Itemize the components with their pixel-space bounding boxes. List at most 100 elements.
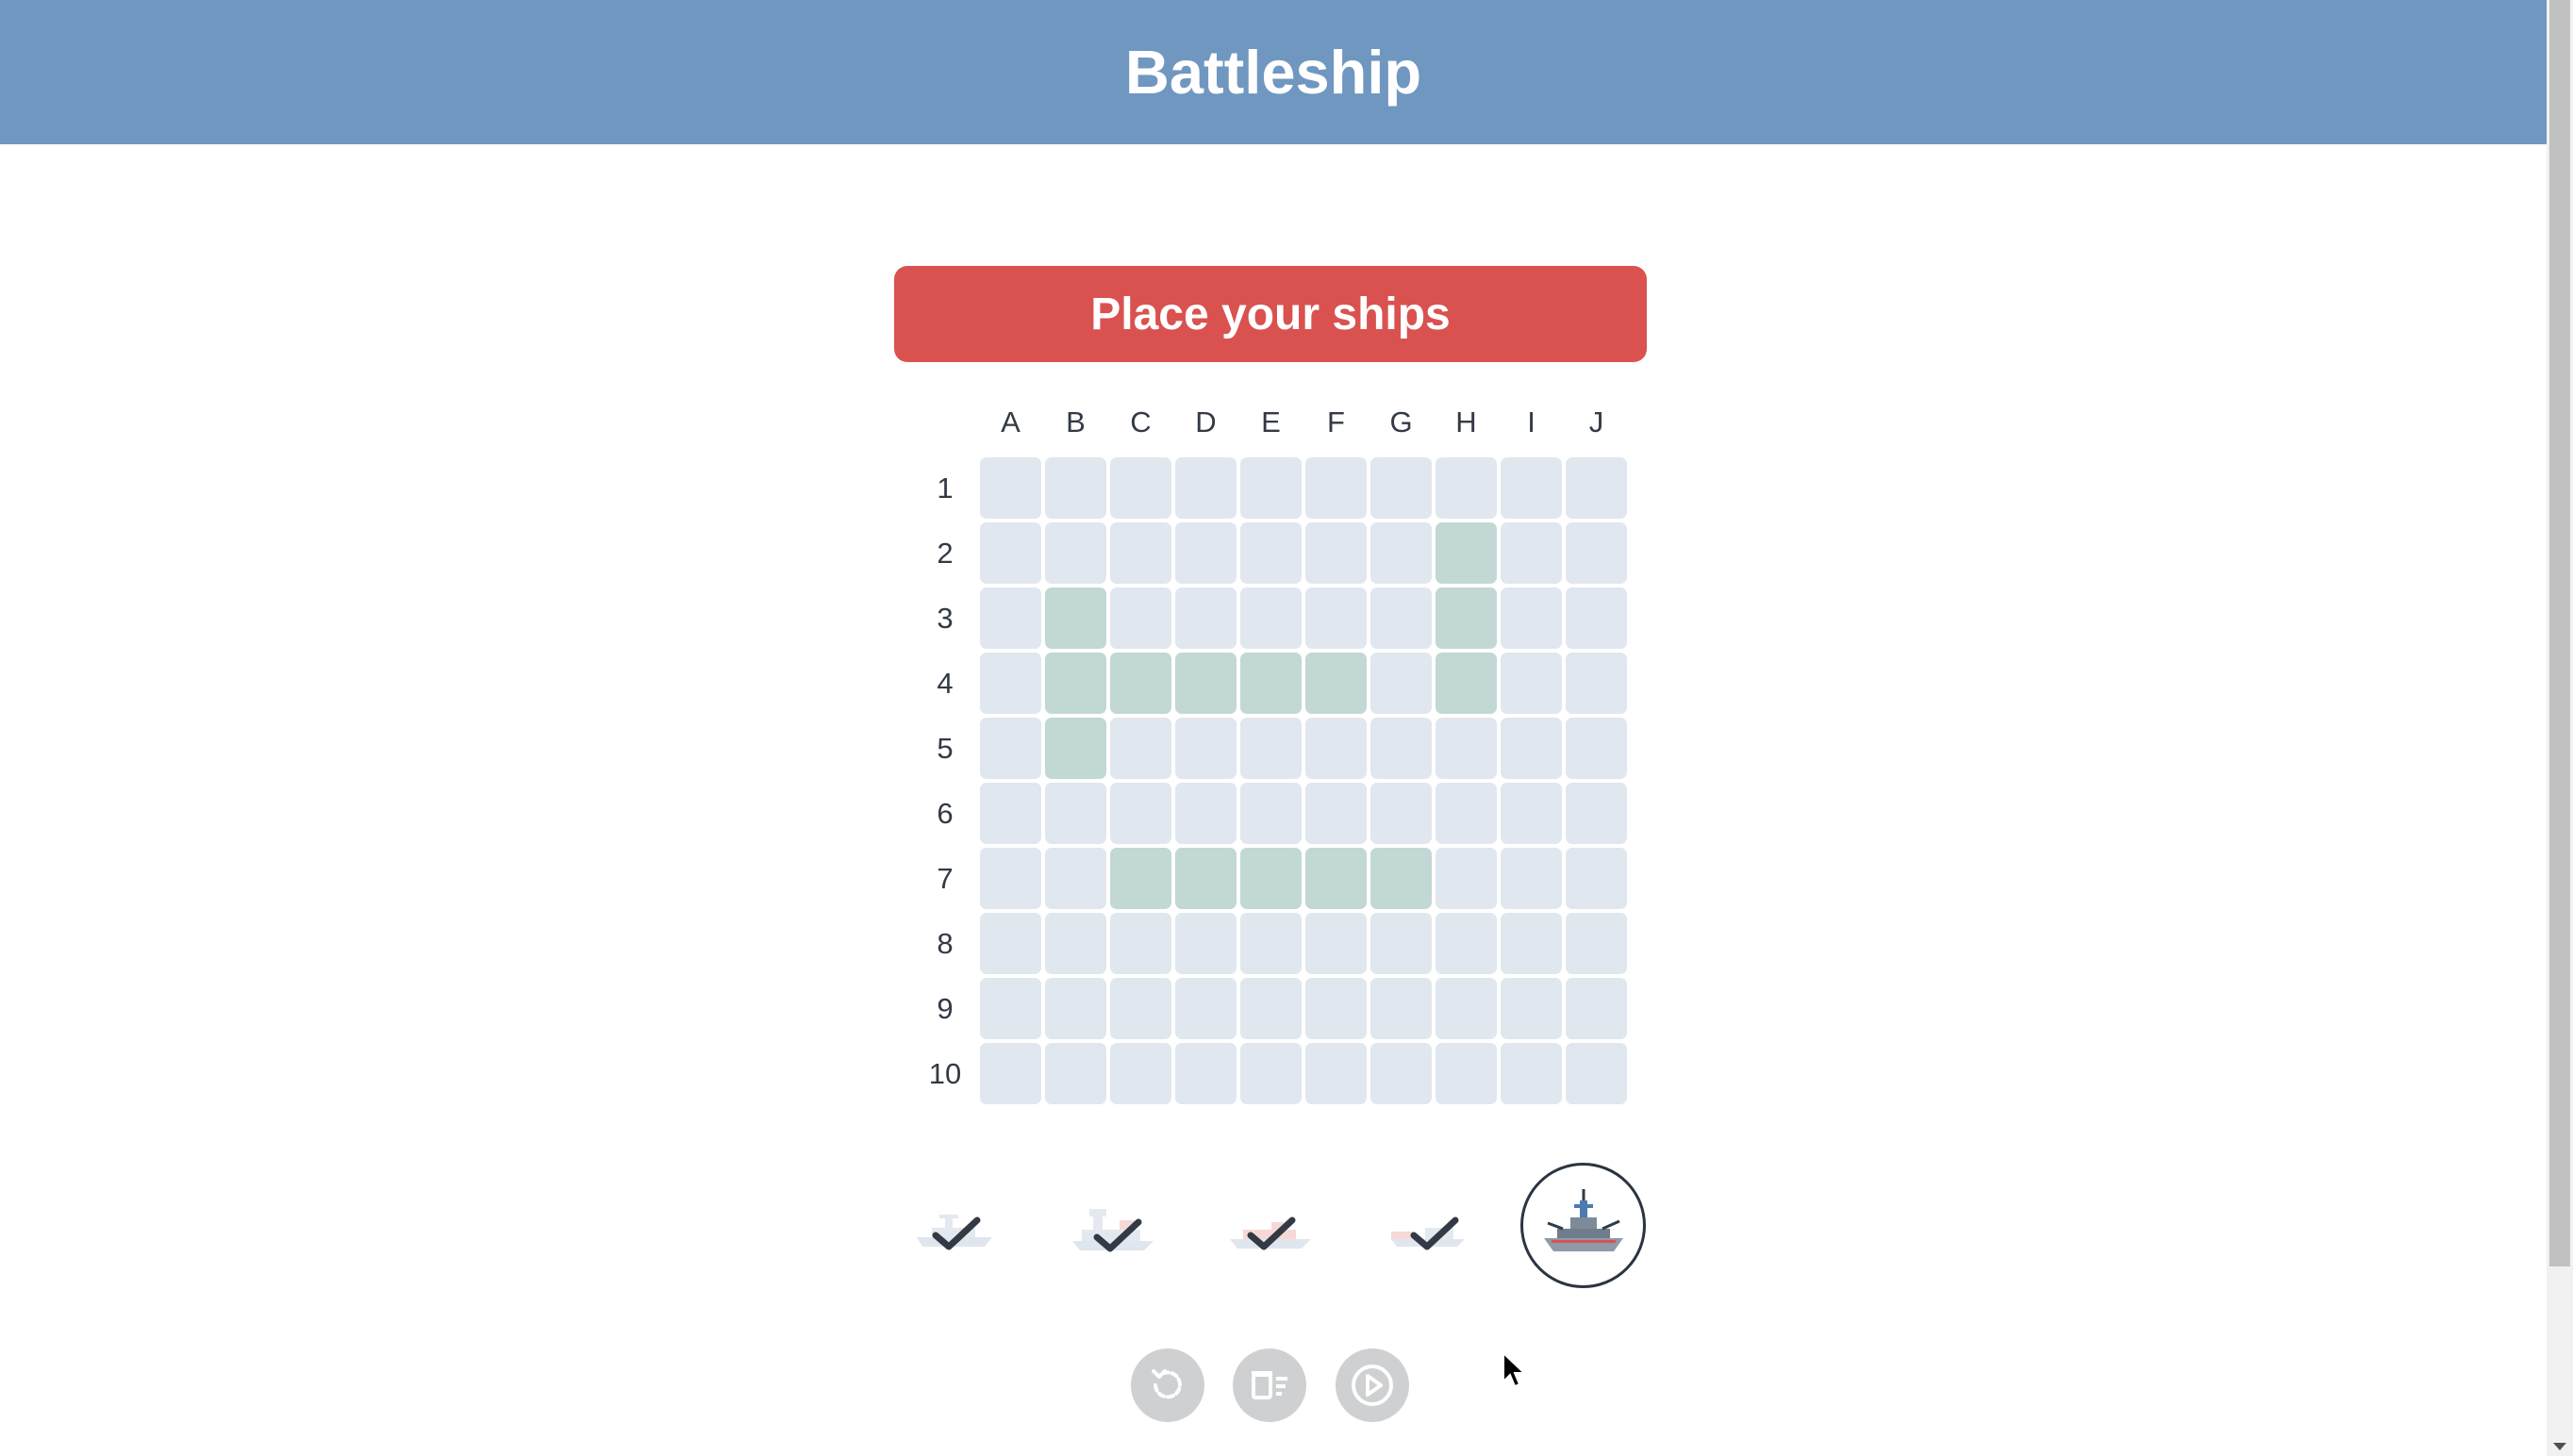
board-cell-j2[interactable]	[1566, 522, 1627, 584]
board-cell-b10[interactable]	[1045, 1043, 1106, 1104]
board-cell-a1[interactable]	[980, 457, 1041, 519]
board-cell-h10[interactable]	[1436, 1043, 1497, 1104]
board-cell-e5[interactable]	[1240, 718, 1302, 779]
board-cell-a8[interactable]	[980, 913, 1041, 974]
board-cell-c7[interactable]	[1110, 848, 1171, 909]
scrollbar[interactable]	[2547, 0, 2573, 1456]
board-cell-g9[interactable]	[1370, 978, 1432, 1039]
board-cell-j5[interactable]	[1566, 718, 1627, 779]
board-cell-c6[interactable]	[1110, 783, 1171, 844]
board-cell-i4[interactable]	[1501, 653, 1562, 714]
board-cell-j1[interactable]	[1566, 457, 1627, 519]
board-cell-g1[interactable]	[1370, 457, 1432, 519]
board-cell-c1[interactable]	[1110, 457, 1171, 519]
ship-option-1[interactable]	[892, 1163, 1018, 1288]
board-cell-h3[interactable]	[1436, 587, 1497, 649]
board-cell-i2[interactable]	[1501, 522, 1562, 584]
board-cell-h9[interactable]	[1436, 978, 1497, 1039]
board-cell-e10[interactable]	[1240, 1043, 1302, 1104]
ship-option-3[interactable]	[1207, 1163, 1333, 1288]
start-game-button[interactable]	[1336, 1348, 1409, 1422]
board-cell-i6[interactable]	[1501, 783, 1562, 844]
board-cell-d7[interactable]	[1175, 848, 1237, 909]
board-cell-f4[interactable]	[1305, 653, 1367, 714]
board-cell-h7[interactable]	[1436, 848, 1497, 909]
board-cell-d10[interactable]	[1175, 1043, 1237, 1104]
board-cell-i1[interactable]	[1501, 457, 1562, 519]
board-cell-b8[interactable]	[1045, 913, 1106, 974]
board-cell-c9[interactable]	[1110, 978, 1171, 1039]
board-cell-e7[interactable]	[1240, 848, 1302, 909]
board-cell-f10[interactable]	[1305, 1043, 1367, 1104]
board-cell-d6[interactable]	[1175, 783, 1237, 844]
board-cell-a7[interactable]	[980, 848, 1041, 909]
board-cell-c5[interactable]	[1110, 718, 1171, 779]
board-cell-j8[interactable]	[1566, 913, 1627, 974]
board-cell-c3[interactable]	[1110, 587, 1171, 649]
board-cell-f7[interactable]	[1305, 848, 1367, 909]
ship-option-5[interactable]	[1520, 1163, 1646, 1288]
ship-option-4[interactable]	[1365, 1163, 1490, 1288]
board-cell-b9[interactable]	[1045, 978, 1106, 1039]
board-cell-a5[interactable]	[980, 718, 1041, 779]
board-cell-g8[interactable]	[1370, 913, 1432, 974]
board-cell-e6[interactable]	[1240, 783, 1302, 844]
board-cell-j3[interactable]	[1566, 587, 1627, 649]
scrollbar-thumb[interactable]	[2549, 0, 2570, 1266]
board-cell-g2[interactable]	[1370, 522, 1432, 584]
board-cell-c10[interactable]	[1110, 1043, 1171, 1104]
board-cell-i9[interactable]	[1501, 978, 1562, 1039]
board-cell-g3[interactable]	[1370, 587, 1432, 649]
board-cell-a2[interactable]	[980, 522, 1041, 584]
board-cell-h1[interactable]	[1436, 457, 1497, 519]
board-cell-f8[interactable]	[1305, 913, 1367, 974]
scroll-down-arrow-icon[interactable]	[2553, 1443, 2566, 1450]
board-cell-b2[interactable]	[1045, 522, 1106, 584]
board-cell-d5[interactable]	[1175, 718, 1237, 779]
board-cell-d4[interactable]	[1175, 653, 1237, 714]
board-cell-f9[interactable]	[1305, 978, 1367, 1039]
board-cell-e4[interactable]	[1240, 653, 1302, 714]
board-cell-b7[interactable]	[1045, 848, 1106, 909]
board-cell-j4[interactable]	[1566, 653, 1627, 714]
board-cell-h8[interactable]	[1436, 913, 1497, 974]
board-cell-e9[interactable]	[1240, 978, 1302, 1039]
board-cell-c4[interactable]	[1110, 653, 1171, 714]
ship-option-2[interactable]	[1050, 1163, 1175, 1288]
board-cell-i10[interactable]	[1501, 1043, 1562, 1104]
board-cell-j9[interactable]	[1566, 978, 1627, 1039]
board-cell-b6[interactable]	[1045, 783, 1106, 844]
clear-board-button[interactable]	[1233, 1348, 1306, 1422]
board-cell-g6[interactable]	[1370, 783, 1432, 844]
board-cell-b3[interactable]	[1045, 587, 1106, 649]
board-cell-g10[interactable]	[1370, 1043, 1432, 1104]
board-cell-a9[interactable]	[980, 978, 1041, 1039]
board-cell-e1[interactable]	[1240, 457, 1302, 519]
board-cell-h6[interactable]	[1436, 783, 1497, 844]
board-cell-j6[interactable]	[1566, 783, 1627, 844]
board-cell-a10[interactable]	[980, 1043, 1041, 1104]
board-cell-b4[interactable]	[1045, 653, 1106, 714]
board-cell-c8[interactable]	[1110, 913, 1171, 974]
board-cell-i7[interactable]	[1501, 848, 1562, 909]
board-cell-h4[interactable]	[1436, 653, 1497, 714]
board-cell-e3[interactable]	[1240, 587, 1302, 649]
board-cell-a6[interactable]	[980, 783, 1041, 844]
board-cell-d8[interactable]	[1175, 913, 1237, 974]
board-cell-a3[interactable]	[980, 587, 1041, 649]
board-cell-g7[interactable]	[1370, 848, 1432, 909]
rotate-button[interactable]	[1131, 1348, 1204, 1422]
board-cell-d3[interactable]	[1175, 587, 1237, 649]
board-cell-d9[interactable]	[1175, 978, 1237, 1039]
board-cell-h2[interactable]	[1436, 522, 1497, 584]
board-cell-g5[interactable]	[1370, 718, 1432, 779]
board-cell-i3[interactable]	[1501, 587, 1562, 649]
board-cell-e8[interactable]	[1240, 913, 1302, 974]
board-cell-h5[interactable]	[1436, 718, 1497, 779]
board-cell-a4[interactable]	[980, 653, 1041, 714]
board-cell-f5[interactable]	[1305, 718, 1367, 779]
board-cell-i8[interactable]	[1501, 913, 1562, 974]
board-cell-e2[interactable]	[1240, 522, 1302, 584]
board-cell-d2[interactable]	[1175, 522, 1237, 584]
board-cell-f3[interactable]	[1305, 587, 1367, 649]
